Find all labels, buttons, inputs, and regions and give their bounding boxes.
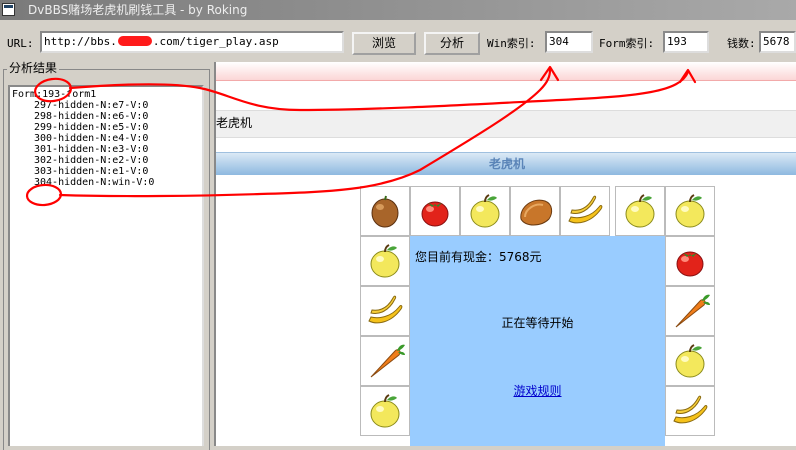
tree-item[interactable]: 299-hidden-N:e5-V:0: [34, 122, 148, 133]
tree-root[interactable]: Form:193-form1: [12, 89, 96, 100]
tree-item[interactable]: 303-hidden-N:e1-V:0: [34, 166, 148, 177]
slot-cell: [665, 186, 715, 236]
slot-cell: [410, 186, 460, 236]
url-redaction: [117, 36, 152, 46]
apple-icon: [370, 244, 400, 278]
game-info-panel: 您目前有现金：5768元 正在等待开始 游戏规则: [410, 236, 665, 446]
form-index-input[interactable]: 193: [663, 31, 709, 53]
carrot-icon: [675, 294, 710, 328]
analyze-button[interactable]: 分析: [424, 32, 480, 55]
tree-item[interactable]: 301-hidden-N:e3-V:0: [34, 144, 148, 155]
game-rules-link[interactable]: 游戏规则: [410, 382, 665, 399]
tree-item[interactable]: 300-hidden-N:e4-V:0: [34, 133, 148, 144]
url-suffix: .com/tiger_play.asp: [152, 35, 279, 48]
game-header: 老虎机: [216, 152, 796, 175]
tree-item[interactable]: 304-hidden-N:win-V:0: [34, 177, 154, 188]
win-index-input[interactable]: 304: [545, 31, 593, 53]
slot-cell: [360, 336, 410, 386]
cash-text: 您目前有现金：5768元: [415, 250, 542, 264]
title-bar: DvBBS赌场老虎机刷钱工具 - by Roking: [0, 0, 796, 20]
carrot-icon: [370, 344, 405, 378]
page-top-stripe: [216, 62, 796, 81]
tomato-icon: [421, 201, 449, 227]
apple-icon: [675, 194, 705, 228]
slot-grid: 您目前有现金：5768元 正在等待开始 游戏规则: [360, 186, 720, 446]
apple-icon: [675, 344, 705, 378]
slot-cell: [665, 336, 715, 386]
results-tree[interactable]: Form:193-form1 297-hidden-N:e7-V:0 298-h…: [8, 85, 204, 446]
bread-icon: [520, 199, 553, 226]
slot-cell: [665, 286, 715, 336]
slot-cell: [360, 186, 410, 236]
nav-slot-machine[interactable]: 老虎机: [216, 111, 252, 135]
slot-cell: [360, 286, 410, 336]
slot-cell: [460, 186, 510, 236]
tree-item[interactable]: 302-hidden-N:e2-V:0: [34, 155, 148, 166]
slot-cell: [665, 386, 715, 436]
apple-icon: [370, 394, 400, 428]
banana-icon: [568, 195, 603, 224]
web-browser-panel[interactable]: 老虎机 老虎机 您目前有现金：5768元 正在等待开始 游戏规则: [214, 62, 796, 446]
form-index-label: Form索引:: [599, 37, 655, 50]
apple-icon: [625, 194, 655, 228]
slot-cell: [510, 186, 560, 236]
status-text: 正在等待开始: [501, 316, 574, 330]
potato-icon: [371, 195, 399, 228]
app-icon[interactable]: [2, 3, 15, 16]
tomato-icon: [676, 251, 704, 277]
slot-cell: [360, 386, 410, 436]
money-label: 钱数:: [727, 37, 756, 50]
window-title: DvBBS赌场老虎机刷钱工具 - by Roking: [28, 3, 248, 17]
apple-icon: [470, 194, 500, 228]
slot-cell: [665, 236, 715, 286]
slot-cell: [615, 186, 665, 236]
slot-cell: [560, 186, 610, 236]
money-input[interactable]: 5678: [759, 31, 796, 53]
url-prefix: http://bbs.: [44, 35, 117, 48]
tree-item[interactable]: 298-hidden-N:e6-V:0: [34, 111, 148, 122]
url-input[interactable]: http://bbs. .com/tiger_play.asp: [40, 31, 344, 53]
banana-icon: [368, 295, 403, 324]
slot-cell: [360, 236, 410, 286]
win-index-label: Win索引:: [487, 37, 536, 50]
url-label: URL:: [7, 37, 34, 50]
banana-icon: [673, 395, 708, 424]
page-subnav: 老虎机: [216, 110, 796, 138]
browse-button[interactable]: 浏览: [352, 32, 416, 55]
tree-item[interactable]: 297-hidden-N:e7-V:0: [34, 100, 148, 111]
results-title: 分析结果: [7, 61, 60, 75]
